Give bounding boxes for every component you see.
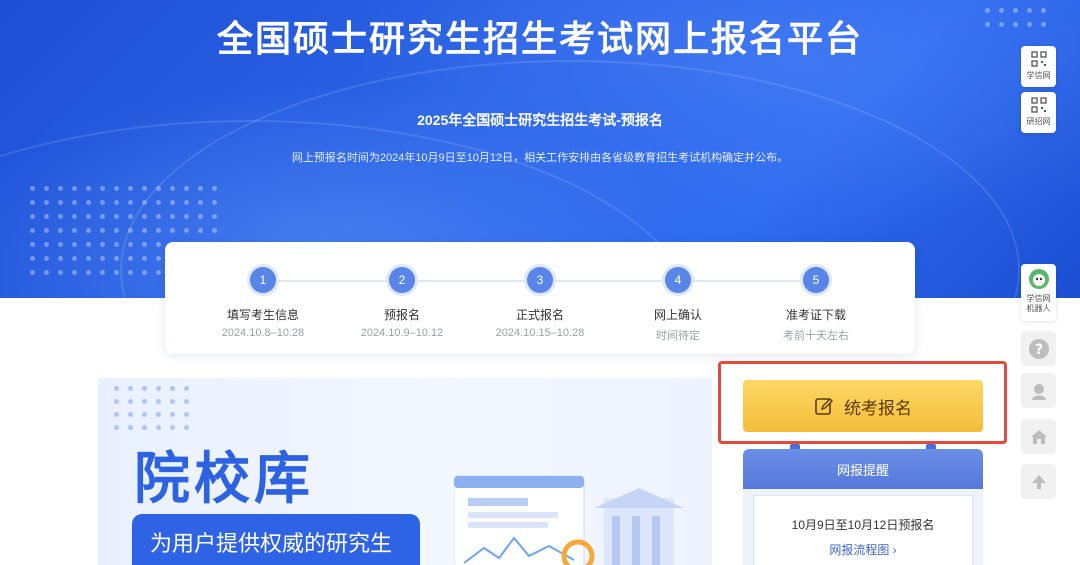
step-5: 5 准考证下载 考前十天左右	[746, 264, 886, 343]
yanzhao-qr-button[interactable]: 研招网	[1021, 92, 1056, 133]
step-name: 预报名	[383, 308, 420, 322]
step-2: 2 预报名 2024.10.9–10.12	[332, 264, 472, 339]
customer-service-button[interactable]	[1021, 373, 1056, 408]
reminder-header: 网报提醒	[743, 449, 983, 489]
edit-icon	[815, 398, 833, 415]
step-number: 2	[389, 267, 415, 293]
step-4: 4 网上确认 时间待定	[608, 264, 748, 343]
home-button[interactable]	[1021, 419, 1056, 454]
qr-code-icon	[1030, 51, 1047, 67]
qr-code-icon	[1030, 97, 1047, 113]
college-library-title: 院校库	[134, 447, 314, 512]
step-number: 1	[250, 267, 276, 293]
question-icon: ?	[1028, 338, 1049, 359]
step-name: 正式报名	[515, 308, 564, 322]
help-button[interactable]: ?	[1021, 331, 1056, 366]
step-number: 3	[527, 267, 553, 293]
unified-exam-register-button[interactable]: 统考报名	[743, 380, 983, 432]
back-to-top-button[interactable]	[1021, 464, 1056, 499]
reminder-panel: 10月9日至10月12日预报名 网报流程图 ›	[743, 489, 983, 565]
step-name: 准考证下载	[785, 308, 846, 322]
xuexin-label: 学信网	[1026, 71, 1051, 80]
college-library-banner[interactable]: 院校库 为用户提供权威的研究生	[98, 378, 712, 565]
dashboard-illustration-icon	[454, 475, 684, 565]
process-steps: 1 填写考生信息 2024.10.8–10.28 2 预报名 2024.10.9…	[165, 242, 915, 354]
yanzhao-label: 研招网	[1026, 117, 1051, 126]
schedule-note: 网上预报名时间为2024年10月9日至10月12日，相关工作安排由各省级教育招生…	[291, 152, 789, 164]
step-date: 2024.10.8–10.28	[221, 327, 305, 339]
headset-icon	[1031, 383, 1046, 400]
decor-dots-blue	[114, 386, 189, 430]
xuexin-qr-button[interactable]: 学信网	[1021, 46, 1056, 87]
register-button-label: 统考报名	[844, 398, 912, 419]
svg-text:?: ?	[1034, 342, 1042, 358]
process-chart-link[interactable]: 网报流程图 ›	[754, 541, 972, 558]
home-icon	[1030, 429, 1047, 444]
arrow-up-icon	[1031, 474, 1046, 489]
exam-subtitle: 2025年全国硕士研究生招生考试-预报名	[417, 112, 663, 128]
step-date: 时间待定	[656, 330, 700, 342]
step-date: 考前十天左右	[783, 330, 849, 342]
page: 全国硕士研究生招生考试网上报名平台 2025年全国硕士研究生招生考试-预报名 网…	[0, 0, 1080, 565]
college-library-tagline: 为用户提供权威的研究生	[132, 514, 420, 565]
step-3: 3 正式报名 2024.10.15–10.28	[470, 264, 610, 339]
step-number: 4	[665, 267, 691, 293]
step-number: 5	[803, 267, 829, 293]
robot-avatar-icon	[1028, 269, 1049, 289]
step-name: 网上确认	[653, 308, 702, 322]
step-1: 1 填写考生信息 2024.10.8–10.28	[193, 264, 333, 339]
reminder-title: 网报提醒	[836, 462, 889, 478]
robot-assistant-button[interactable]: 学信网 机器人	[1021, 264, 1056, 321]
robot-label-line1: 学信网	[1026, 294, 1051, 303]
robot-label-line2: 机器人	[1026, 304, 1051, 313]
step-name: 填写考生信息	[226, 308, 299, 322]
step-date: 2024.10.15–10.28	[495, 327, 585, 339]
page-title: 全国硕士研究生招生考试网上报名平台	[216, 19, 863, 60]
step-date: 2024.10.9–10.12	[360, 327, 444, 339]
reminder-date: 10月9日至10月12日预报名	[791, 518, 935, 532]
